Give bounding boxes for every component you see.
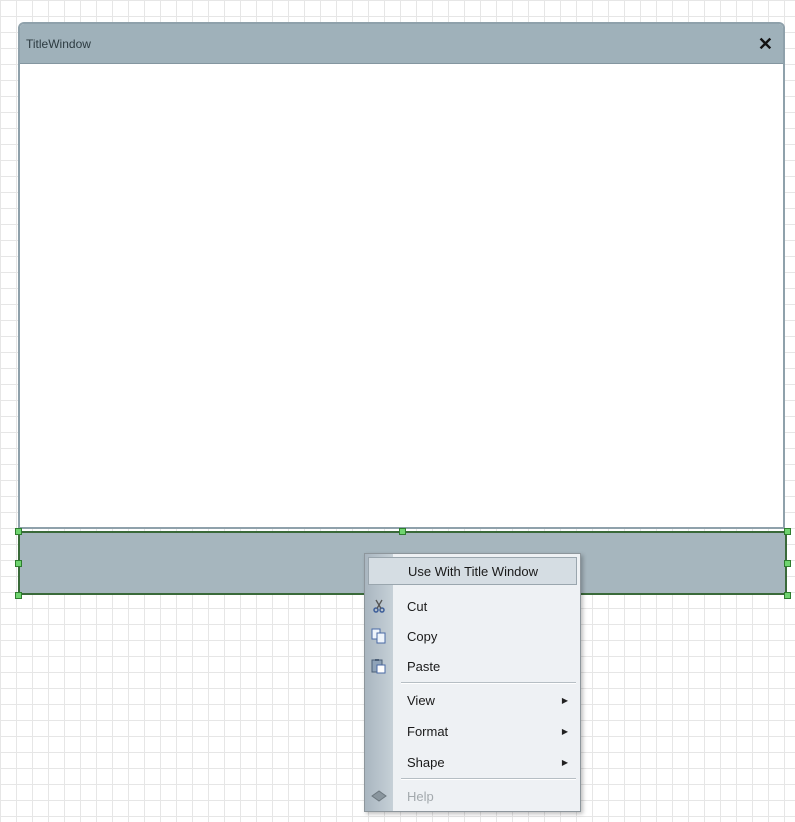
menu-item-label: Paste [407,658,441,674]
help-book-icon [371,788,387,804]
scissors-icon [371,598,387,614]
menu-item-use-with-title-window[interactable]: Use With Title Window [368,557,577,585]
menu-item-label: View [407,692,435,708]
selection-handle-bottom-right[interactable] [784,592,791,599]
selection-handle-top-right[interactable] [784,528,791,535]
menu-item-label: Cut [407,598,428,614]
submenu-arrow-icon: ▶ [561,757,568,767]
menu-item-copy[interactable]: Copy [365,621,580,651]
menu-item-label: Shape [407,754,445,770]
close-icon[interactable]: ✕ [758,35,773,53]
menu-item-label: Help [407,788,434,804]
selection-handle-bottom-left[interactable] [15,592,22,599]
paste-icon [371,658,387,674]
menu-item-paste[interactable]: Paste [365,651,580,681]
menu-item-label: Copy [407,628,438,644]
menu-item-help[interactable]: Help [365,781,580,811]
menu-item-cut[interactable]: Cut [365,591,580,621]
menu-item-shape[interactable]: Shape ▶ [365,747,580,777]
selection-handle-middle-right[interactable] [784,560,791,567]
submenu-arrow-icon: ▶ [561,695,568,705]
title-window-titlebar[interactable]: TitleWindow ✕ [20,24,783,64]
menu-separator [401,682,576,684]
title-window: TitleWindow ✕ [18,22,785,529]
selection-handle-middle-left[interactable] [15,560,22,567]
menu-item-view[interactable]: View ▶ [365,685,580,715]
selection-handle-top-left[interactable] [15,528,22,535]
context-menu: Use With Title Window Cut Copy Paste Vie… [364,553,581,812]
menu-item-label: Use With Title Window [408,563,539,579]
menu-item-label: Format [407,723,449,739]
title-window-title: TitleWindow [26,36,91,51]
menu-separator [401,778,576,780]
submenu-arrow-icon: ▶ [561,726,568,736]
copy-icon [371,628,387,644]
selection-handle-top-center[interactable] [399,528,406,535]
menu-item-format[interactable]: Format ▶ [365,716,580,746]
